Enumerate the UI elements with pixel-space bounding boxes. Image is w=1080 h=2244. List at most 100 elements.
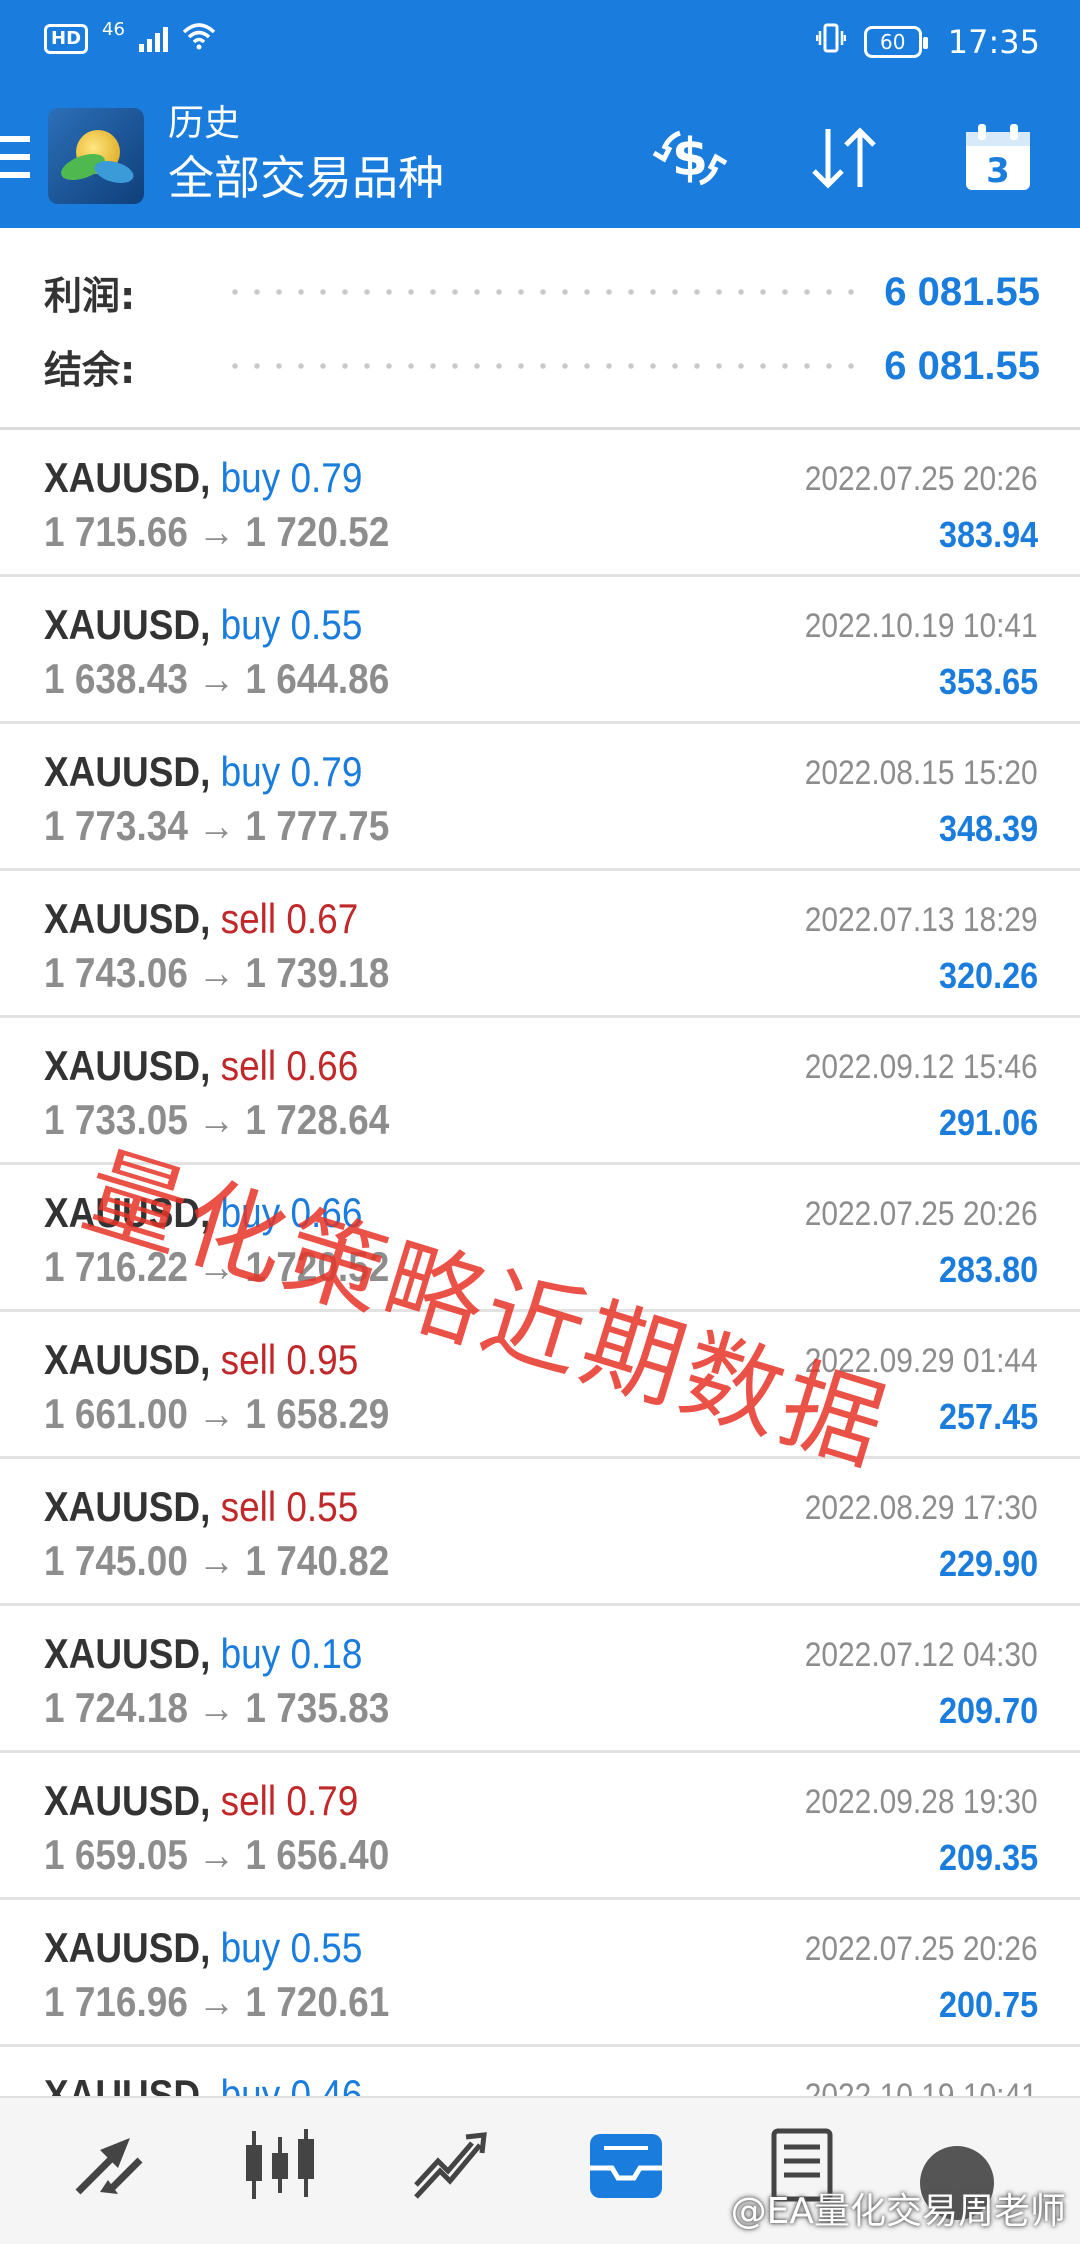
top-bar: HD 46 60 17:35 历史 全部交易品种 $ 3 [0, 0, 1080, 228]
trade-row[interactable]: XAUUSD, buy 0.55 1 638.43 → 1 644.86 202… [0, 577, 1080, 724]
arrow-icon: → [198, 1243, 236, 1290]
open-price: 1 743.06 [44, 949, 188, 996]
calendar-day: 3 [986, 151, 1010, 191]
trade-prices: 1 638.43 → 1 644.86 [44, 655, 389, 703]
arrow-icon: → [198, 1978, 236, 2025]
arrow-icon: → [198, 1096, 236, 1143]
trade-direction: buy 0.55 [220, 601, 363, 648]
trade-time: 2022.09.29 01:44 [805, 1342, 1038, 1380]
trade-row[interactable]: XAUUSD, sell 0.55 1 745.00 → 1 740.82 20… [0, 1459, 1080, 1606]
close-price: 1 777.75 [245, 802, 390, 849]
profit-value: 6 081.55 [884, 269, 1040, 314]
arrow-icon: → [198, 1537, 236, 1584]
app-logo[interactable] [48, 108, 144, 204]
trade-time: 2022.07.13 18:29 [805, 901, 1038, 939]
clock: 17:35 [947, 23, 1040, 61]
trade-profit: 209.35 [938, 1837, 1038, 1878]
trade-profit: 320.26 [938, 955, 1038, 996]
trade-title: XAUUSD, buy 0.66 [44, 1189, 362, 1237]
nav-trade[interactable] [60, 2122, 160, 2212]
close-price: 1 644.86 [245, 655, 390, 702]
trade-title: XAUUSD, buy 0.55 [44, 1924, 362, 1972]
trade-direction: sell 0.55 [220, 1483, 359, 1530]
trade-title: XAUUSD, buy 0.18 [44, 1630, 362, 1678]
trade-prices: 1 659.05 → 1 656.40 [44, 1831, 389, 1879]
profit-label: 利润: [44, 273, 136, 318]
status-bar: HD 46 60 17:35 [0, 0, 1080, 90]
trade-time: 2022.07.25 20:26 [805, 460, 1038, 498]
balance-row: 结余: 6 081.55 [44, 336, 1040, 396]
trade-row[interactable]: XAUUSD, sell 0.66 1 733.05 → 1 728.64 20… [0, 1018, 1080, 1165]
trade-row[interactable]: XAUUSD, buy 0.79 1 715.66 → 1 720.52 202… [0, 430, 1080, 577]
nav-history-chart[interactable] [400, 2122, 500, 2212]
trade-direction: sell 0.95 [220, 1336, 359, 1383]
trade-icon [70, 2130, 150, 2205]
page-title: 全部交易品种 [168, 151, 444, 205]
trade-time: 2022.09.28 19:30 [805, 1783, 1038, 1821]
close-price: 1 728.64 [245, 1096, 390, 1143]
close-price: 1 735.83 [245, 1684, 390, 1731]
summary-panel: 利润: 6 081.55 结余: 6 081.55 [0, 228, 1080, 430]
trade-row[interactable]: XAUUSD, sell 0.67 1 743.06 → 1 739.18 20… [0, 871, 1080, 1018]
trade-row[interactable]: XAUUSD, buy 0.55 1 716.96 → 1 720.61 202… [0, 1900, 1080, 2047]
trade-direction: sell 0.66 [220, 1042, 359, 1089]
trade-symbol: XAUUSD, [44, 895, 211, 942]
calendar-icon[interactable]: 3 [956, 116, 1040, 200]
arrow-icon: → [198, 1684, 236, 1731]
close-price: 1 739.18 [245, 949, 390, 996]
title-block[interactable]: 历史 全部交易品种 [168, 102, 444, 210]
profit-row: 利润: 6 081.55 [44, 262, 1040, 322]
trade-prices: 1 716.96 → 1 720.61 [44, 1978, 389, 2026]
close-price: 1 658.29 [245, 1390, 390, 1437]
arrow-icon: → [198, 1831, 236, 1878]
bottom-nav: @EA量化交易周老师 [0, 2096, 1080, 2244]
trade-row[interactable]: XAUUSD, sell 0.79 1 659.05 → 1 656.40 20… [0, 1753, 1080, 1900]
trade-direction: buy 0.79 [220, 454, 363, 501]
nav-history[interactable] [576, 2122, 676, 2212]
inbox-icon [586, 2128, 666, 2207]
svg-text:$: $ [672, 128, 708, 188]
open-price: 1 733.05 [44, 1096, 188, 1143]
trade-symbol: XAUUSD, [44, 748, 211, 795]
trade-title: XAUUSD, buy 0.79 [44, 454, 362, 502]
sort-icon[interactable] [802, 116, 886, 200]
trade-profit: 200.75 [938, 1984, 1038, 2025]
trade-time: 2022.07.25 20:26 [805, 1195, 1038, 1233]
close-price: 1 656.40 [245, 1831, 390, 1878]
dot-leader [224, 363, 855, 369]
trade-symbol: XAUUSD, [44, 1042, 211, 1089]
close-price: 1 720.52 [245, 508, 390, 555]
trade-row[interactable]: XAUUSD, buy 0.79 1 773.34 → 1 777.75 202… [0, 724, 1080, 871]
menu-icon[interactable] [0, 136, 30, 182]
nav-chart[interactable] [230, 2122, 330, 2212]
trade-prices: 1 661.00 → 1 658.29 [44, 1390, 389, 1438]
trade-profit: 229.90 [938, 1543, 1038, 1584]
trade-direction: sell 0.67 [220, 895, 359, 942]
trade-prices: 1 773.34 → 1 777.75 [44, 802, 389, 850]
trade-symbol: XAUUSD, [44, 1777, 211, 1824]
trade-title: XAUUSD, sell 0.66 [44, 1042, 358, 1090]
trade-prices: 1 716.22 → 1 720.52 [44, 1243, 389, 1291]
trade-time: 2022.07.25 20:26 [805, 1930, 1038, 1968]
trade-profit: 209.70 [938, 1690, 1038, 1731]
trade-time: 2022.07.12 04:30 [805, 1636, 1038, 1674]
arrow-icon: → [198, 655, 236, 702]
trade-prices: 1 715.66 → 1 720.52 [44, 508, 389, 556]
trade-prices: 1 724.18 → 1 735.83 [44, 1684, 389, 1732]
open-price: 1 716.96 [44, 1978, 188, 2025]
trade-direction: buy 0.55 [220, 1924, 363, 1971]
trade-row[interactable]: XAUUSD, buy 0.18 1 724.18 → 1 735.83 202… [0, 1606, 1080, 1753]
chart-icon [240, 2127, 320, 2208]
currency-exchange-icon[interactable]: $ [648, 116, 732, 200]
trade-row[interactable]: XAUUSD, buy 0.66 1 716.22 → 1 720.52 202… [0, 1165, 1080, 1312]
arrow-icon: → [198, 949, 236, 996]
signal-icon [138, 26, 168, 52]
open-price: 1 745.00 [44, 1537, 188, 1584]
balance-label: 结余: [44, 347, 136, 392]
trade-time: 2022.09.12 15:46 [805, 1048, 1038, 1086]
trend-icon [410, 2127, 490, 2208]
trade-title: XAUUSD, sell 0.79 [44, 1777, 358, 1825]
trade-row[interactable]: XAUUSD, sell 0.95 1 661.00 → 1 658.29 20… [0, 1312, 1080, 1459]
app-bar: 历史 全部交易品种 $ 3 [0, 96, 1080, 228]
trade-prices: 1 745.00 → 1 740.82 [44, 1537, 389, 1585]
